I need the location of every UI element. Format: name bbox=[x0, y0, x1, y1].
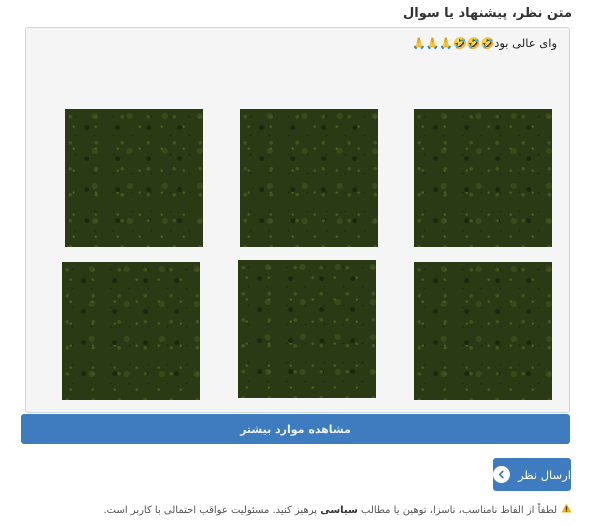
show-more-button[interactable]: مشاهده موارد بیشتر bbox=[21, 414, 570, 444]
camouflage-image-2[interactable] bbox=[240, 109, 378, 247]
chevron-left-icon bbox=[493, 466, 511, 483]
comment-message: وای عالی بود bbox=[494, 36, 557, 50]
camouflage-image-3[interactable] bbox=[414, 109, 552, 247]
notice-text-1: لطفاً از الفاظ نامناسب، ناسزا، توهین یا … bbox=[361, 505, 557, 516]
submit-label: ارسال نظر bbox=[518, 467, 571, 482]
camouflage-image-5[interactable] bbox=[238, 260, 376, 398]
comment-emojis: 🤣🤣🤣🙏🙏🙏 bbox=[412, 37, 495, 50]
notice-highlight: سیاسی bbox=[320, 505, 358, 516]
camouflage-image-6[interactable] bbox=[414, 262, 552, 400]
submit-comment-button[interactable]: ارسال نظر bbox=[493, 458, 571, 491]
camouflage-image-1[interactable] bbox=[65, 109, 203, 247]
comment-heading: متن نظر، پیشنهاد یا سوال bbox=[402, 6, 572, 21]
comment-box[interactable]: وای عالی بود🤣🤣🤣🙏🙏🙏 bbox=[25, 27, 570, 413]
notice-text-2: پرهیز کنید. مسئولیت عواقب احتمالی با کار… bbox=[103, 505, 318, 516]
warning-icon bbox=[561, 503, 572, 516]
comment-text: وای عالی بود🤣🤣🤣🙏🙏🙏 bbox=[412, 36, 557, 50]
show-more-label: مشاهده موارد بیشتر bbox=[240, 422, 351, 436]
posting-rules-notice: لطفاً از الفاظ نامناسب، ناسزا، توهین یا … bbox=[103, 503, 572, 516]
camouflage-image-4[interactable] bbox=[62, 262, 200, 400]
